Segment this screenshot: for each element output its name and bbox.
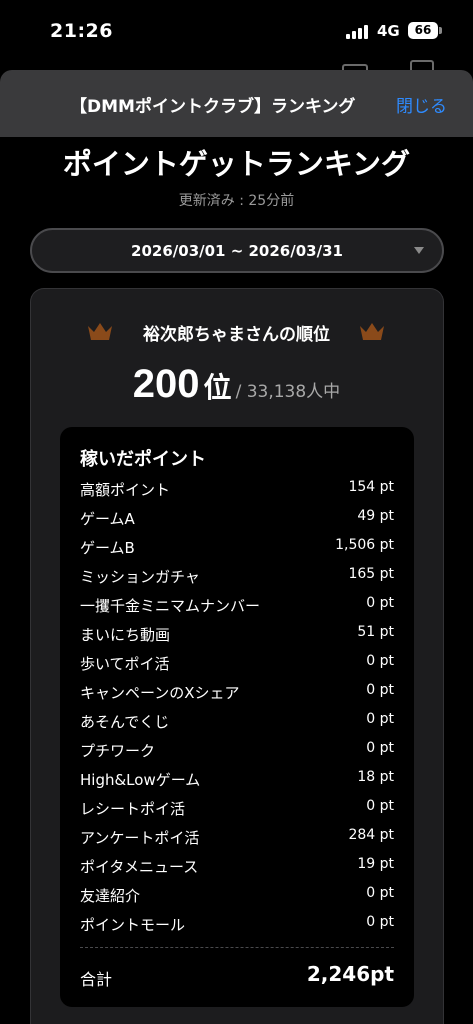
rank-total: / 33,138人中: [235, 382, 341, 402]
updated-time: 更新済み : 25分前: [178, 193, 295, 209]
chevron-down-icon: [414, 247, 424, 254]
item-value: 18 pt: [357, 769, 394, 785]
list-item: ゲームB 1,506 pt: [80, 532, 394, 561]
list-item: 高額ポイント 154 pt: [80, 474, 394, 503]
list-item: ポイントモール 0 pt: [80, 909, 394, 938]
item-label: 友達紹介: [80, 887, 141, 905]
sheet-title: 【DMMポイントクラブ】ランキング: [70, 97, 356, 117]
item-label: まいにち動画: [80, 626, 171, 644]
item-label: ミッションガチャ: [80, 568, 200, 586]
item-value: 0 pt: [366, 885, 394, 901]
list-item: 歩いてポイ活 0 pt: [80, 648, 394, 677]
item-value: 19 pt: [357, 856, 394, 872]
list-item: まいにち動画 51 pt: [80, 619, 394, 648]
item-label: あそんでくじ: [80, 713, 170, 731]
list-item: レシートポイ活 0 pt: [80, 793, 394, 822]
item-label: ゲームA: [80, 510, 135, 528]
rank-number: 200: [132, 362, 200, 406]
item-value: 0 pt: [366, 711, 394, 727]
list-item: ミッションガチャ 165 pt: [80, 561, 394, 590]
item-label: レシートポイ活: [80, 800, 186, 818]
status-time: 21:26: [50, 20, 113, 42]
sheet-header: 【DMMポイントクラブ】ランキング 閉じる: [0, 70, 473, 137]
rank-line: 200 位/ 33,138人中: [0, 362, 473, 407]
item-value: 0 pt: [366, 595, 394, 611]
item-label: 高額ポイント: [80, 481, 171, 499]
list-item: High&Lowゲーム 18 pt: [80, 764, 394, 793]
list-item: あそんでくじ 0 pt: [80, 706, 394, 735]
item-value: 154 pt: [348, 479, 394, 495]
period-select-value: 2026/03/01 ~ 2026/03/31: [131, 242, 343, 260]
page-title: ポイントゲットランキング: [62, 147, 411, 181]
item-value: 0 pt: [366, 682, 394, 698]
item-value: 284 pt: [348, 827, 394, 843]
divider: [80, 947, 394, 948]
close-button[interactable]: 閉じる: [396, 92, 447, 117]
period-select[interactable]: 2026/03/01 ~ 2026/03/31: [30, 228, 444, 273]
item-value: 0 pt: [366, 914, 394, 930]
list-item: 友達紹介 0 pt: [80, 880, 394, 909]
item-value: 165 pt: [348, 566, 394, 582]
total-value: 2,246pt: [306, 962, 394, 986]
battery-icon: 66: [408, 22, 438, 39]
list-item: ゲームA 49 pt: [80, 503, 394, 532]
rank-unit: 位: [203, 371, 232, 404]
item-value: 51 pt: [357, 624, 394, 640]
list-item: ポイタメニュース 19 pt: [80, 851, 394, 880]
list-item: アンケートポイ活 284 pt: [80, 822, 394, 851]
status-bar: 21:26 4G 66: [0, 0, 473, 62]
user-rank-label: 裕次郎ちゃまさんの順位: [143, 325, 330, 345]
item-value: 1,506 pt: [335, 537, 394, 553]
battery-tip: [439, 27, 442, 34]
item-value: 0 pt: [366, 740, 394, 756]
item-label: ポイントモール: [80, 916, 186, 934]
earned-points-title: 稼いだポイント: [80, 449, 206, 470]
item-label: アンケートポイ活: [80, 829, 200, 847]
item-label: 一攫千金ミニマムナンバー: [80, 597, 261, 615]
item-label: High&Lowゲーム: [80, 771, 201, 789]
list-item: キャンペーンのXシェア 0 pt: [80, 677, 394, 706]
item-value: 0 pt: [366, 798, 394, 814]
total-label: 合計: [80, 970, 113, 989]
item-label: 歩いてポイ活: [80, 655, 170, 673]
item-value: 0 pt: [366, 653, 394, 669]
earned-points-list: 高額ポイント 154 pt ゲームA 49 pt ゲームB 1,506 pt ミッショ…: [80, 474, 394, 938]
item-label: キャンペーンのXシェア: [80, 684, 240, 702]
signal-icon: [346, 25, 370, 39]
item-label: プチワーク: [80, 742, 156, 760]
item-label: ポイタメニュース: [80, 858, 199, 876]
list-item: プチワーク 0 pt: [80, 735, 394, 764]
item-value: 49 pt: [357, 508, 394, 524]
earned-points-panel: 稼いだポイント 高額ポイント 154 pt ゲームA 49 pt ゲームB 1,506…: [60, 427, 414, 1007]
item-label: ゲームB: [80, 539, 135, 557]
network-type: 4G: [377, 22, 400, 40]
list-item: 一攫千金ミニマムナンバー 0 pt: [80, 590, 394, 619]
